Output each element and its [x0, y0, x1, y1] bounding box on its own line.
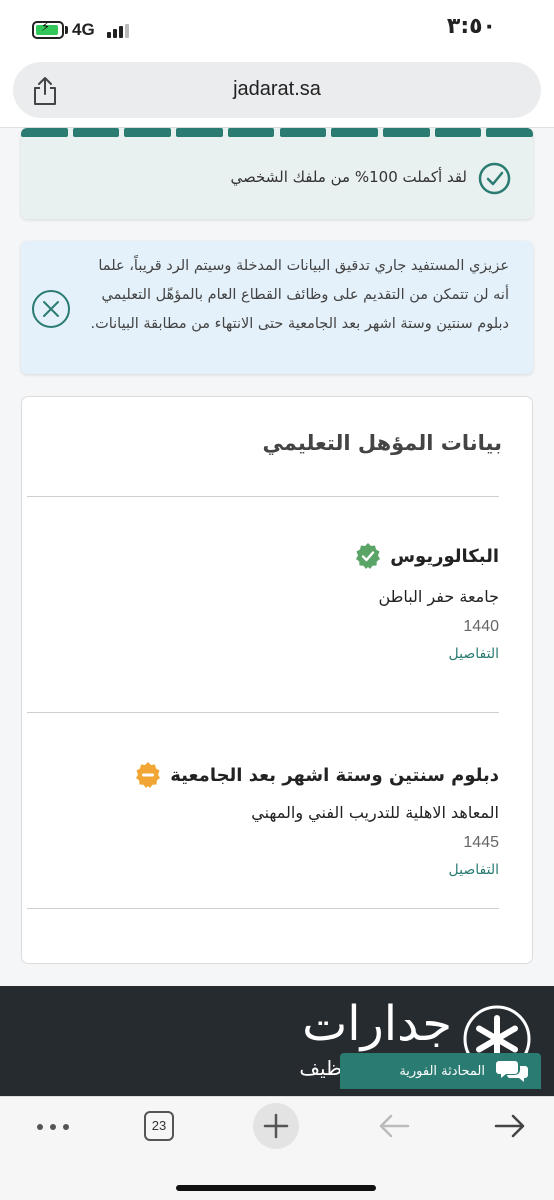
institution-name: جامعة حفر الباطن — [378, 587, 499, 606]
forward-arrow-icon[interactable] — [494, 1113, 526, 1139]
degree-name: البكالوريوس — [390, 545, 499, 567]
charging-bolt-icon: ⚡ — [41, 20, 51, 35]
progress-message: لقد أكملت 100% من ملفك الشخصي — [230, 168, 467, 186]
chat-bubbles-icon — [496, 1061, 528, 1082]
new-tab-button[interactable] — [253, 1103, 299, 1149]
pending-badge-icon — [136, 762, 161, 788]
progress-segment — [72, 128, 120, 137]
institution-name: المعاهد الاهلية للتدريب الفني والمهني — [251, 803, 499, 822]
signal-icon — [107, 24, 129, 38]
education-card: بيانات المؤهل التعليمي البكالوريوس جامعة… — [21, 396, 533, 964]
live-chat-label: المحادثة الفورية — [399, 1063, 485, 1079]
divider — [27, 712, 499, 713]
details-link[interactable]: التفاصيل — [449, 646, 499, 662]
check-circle-icon — [478, 162, 511, 195]
close-circle-icon[interactable] — [31, 289, 71, 329]
degree-row-bachelor: البكالوريوس — [354, 542, 499, 570]
education-title: بيانات المؤهل التعليمي — [262, 431, 502, 455]
verified-badge-icon — [356, 543, 381, 569]
plus-icon — [263, 1113, 289, 1139]
browser-toolbar: 23 — [0, 1096, 554, 1200]
progress-segment — [21, 128, 68, 137]
progress-segment — [176, 128, 223, 137]
address-bar[interactable]: jadarat.sa — [13, 62, 541, 118]
progress-segment — [124, 128, 172, 137]
progress-segment — [279, 128, 327, 137]
graduation-year: 1445 — [463, 834, 499, 851]
progress-segment — [227, 128, 275, 137]
browser-address-area: jadarat.sa — [0, 58, 554, 128]
url-text: jadarat.sa — [233, 78, 321, 100]
back-arrow-icon[interactable] — [378, 1113, 410, 1139]
home-indicator — [176, 1185, 376, 1191]
more-dots-icon[interactable] — [36, 1123, 70, 1131]
progress-segment — [486, 128, 533, 137]
progress-segment — [331, 128, 378, 137]
notice-text: عزيزي المستفيد جاري تدقيق البيانات المدخ… — [90, 258, 509, 332]
battery-icon: ⚡ — [32, 20, 64, 39]
profile-progress-card: لقد أكملت 100% من ملفك الشخصي — [21, 128, 533, 219]
status-bar: ⚡ 4G ٣:٥٠ — [0, 0, 554, 58]
status-time: ٣:٥٠ — [446, 14, 496, 39]
progress-segment — [434, 128, 482, 137]
divider — [27, 496, 499, 497]
progress-segment — [382, 128, 430, 137]
battery-cap — [65, 26, 68, 34]
degree-row-diploma: دبلوم سنتين وستة اشهر بعد الجامعية — [134, 761, 499, 789]
divider — [27, 908, 499, 909]
network-type: 4G — [72, 20, 95, 39]
details-link[interactable]: التفاصيل — [449, 862, 499, 878]
degree-name: دبلوم سنتين وستة اشهر بعد الجامعية — [170, 764, 499, 786]
brand-name: جدارات — [302, 996, 452, 1052]
graduation-year: 1440 — [463, 618, 499, 635]
verification-notice-card: عزيزي المستفيد جاري تدقيق البيانات المدخ… — [21, 241, 533, 374]
site-footer: جدارات الوطنيـة للتوظيف المحادثة الفورية — [0, 986, 554, 1096]
tabs-count-button[interactable]: 23 — [144, 1111, 174, 1141]
live-chat-button[interactable]: المحادثة الفورية — [340, 1053, 541, 1089]
